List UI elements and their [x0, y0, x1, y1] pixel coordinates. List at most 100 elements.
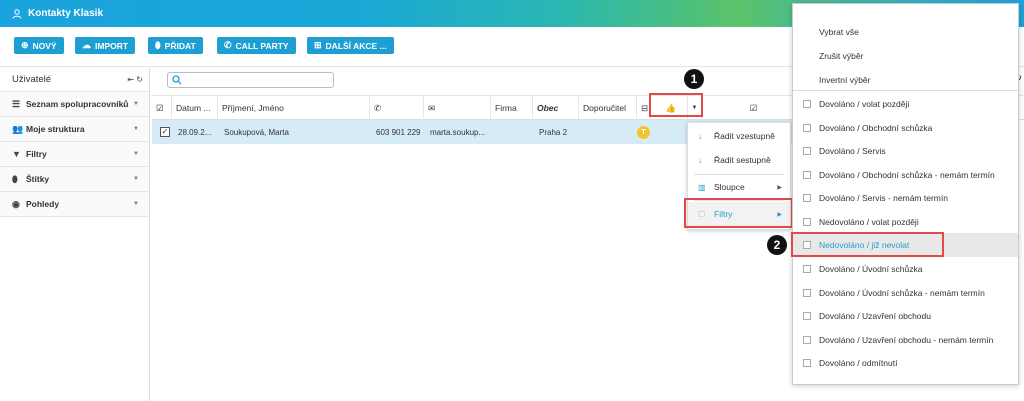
tags-icon: ⬮ [12, 173, 18, 184]
filter-option[interactable]: Dovoláno / Uzavření obchodu - nemám term… [793, 328, 1018, 352]
annotation-marker-1: 1 [684, 69, 704, 89]
filter-values-panel: Vybrat vše Zrušit výběr Invertní výběr D… [792, 3, 1019, 385]
filter-option[interactable]: Dovoláno / volat později [793, 92, 1018, 116]
filter-option[interactable]: Nedovoláno / volat později [793, 210, 1018, 234]
sidebar-item-tags[interactable]: ⬮ Štítky ▼ [0, 167, 149, 192]
checkbox-icon: ☑ [156, 102, 164, 113]
column-label: Datum ... [176, 103, 211, 113]
add-button[interactable]: ⬮ PŘIDAT [148, 37, 203, 54]
search-input[interactable] [167, 72, 334, 88]
row-checkbox[interactable]: ✓ [156, 120, 170, 144]
sort-ascending-icon: ↓ [698, 131, 702, 141]
sidebar-collapse-refresh-icon[interactable]: ⇤ ↻ [127, 75, 143, 84]
checkbox-icon [803, 289, 811, 297]
menu-item-sort-descending[interactable]: ↓ Řadit sestupně [688, 148, 790, 172]
cell-email[interactable]: marta.soukup... [426, 120, 485, 144]
checkbox-icon: ☐ [698, 209, 706, 219]
filter-option[interactable]: Dovoláno / Servis [793, 139, 1018, 163]
deselect-all-option[interactable]: Zrušit výběr [793, 44, 1018, 68]
filter-option[interactable]: Dovoláno / odmítnutí [793, 351, 1018, 375]
menu-item-filters[interactable]: ☐ Filtry ▶ [688, 202, 790, 226]
filter-option-highlighted[interactable]: Nedovoláno / již nevolat [793, 233, 1018, 257]
checkbox-icon [803, 336, 811, 344]
menu-item-sort-ascending[interactable]: ↓ Řadit vzestupně [688, 124, 790, 148]
user-icon [12, 8, 22, 19]
filter-option[interactable]: Dovoláno / Obchodní schůzka - nemám term… [793, 163, 1018, 187]
checkbox-icon [803, 124, 811, 132]
plus-circle-icon: ⊕ [21, 40, 29, 50]
filter-option[interactable]: Dovoláno / Úvodní schůzka - nemám termín [793, 281, 1018, 305]
sidebar-item-label: Moje struktura [26, 124, 85, 134]
chevron-down-icon: ▼ [133, 151, 139, 157]
menu-item-label: Řadit sestupně [714, 155, 771, 165]
checkbox-checked-icon: ✓ [160, 127, 170, 137]
column-briefcase[interactable]: ⊟ [637, 96, 651, 120]
cell-badge: T [633, 120, 650, 144]
sidebar-item-views[interactable]: ◉ Pohledy ▼ [0, 192, 149, 217]
column-name[interactable]: Příjmení, Jméno [218, 96, 370, 120]
import-button-label: IMPORT [95, 40, 129, 51]
sidebar-item-filters[interactable]: ▼ Filtry ▼ [0, 142, 149, 167]
filter-option[interactable]: Dovoláno / Úvodní schůzka [793, 257, 1018, 281]
column-city[interactable]: Obec [533, 96, 579, 120]
add-button-label: PŘIDAT [164, 40, 196, 51]
annotation-marker-2: 2 [767, 235, 787, 255]
filter-option[interactable]: Dovoláno / Servis - nemám termín [793, 186, 1018, 210]
column-phone[interactable]: ✆ [370, 96, 424, 120]
checkbox-icon [803, 147, 811, 155]
column-label: Doporučitel [583, 103, 626, 113]
phone-icon: ✆ [374, 102, 382, 113]
checkbox-icon [803, 100, 811, 108]
chevron-down-icon: ▼ [691, 105, 698, 111]
filter-option[interactable]: Dovoláno / Uzavření obchodu [793, 304, 1018, 328]
status-badge: T [637, 125, 650, 139]
cloud-upload-icon: ☁ [82, 40, 91, 50]
sort-descending-icon: ↓ [698, 155, 702, 165]
select-all-checkbox-header[interactable]: ☑ [152, 96, 172, 120]
menu-item-label: Filtry [714, 209, 733, 219]
checkbox-icon [803, 265, 811, 273]
invert-selection-option[interactable]: Invertní výběr [793, 68, 1018, 92]
chevron-down-icon: ▼ [133, 101, 139, 107]
column-thumbs-up[interactable]: 👍 [651, 96, 688, 120]
thumbs-up-icon: 👍 [665, 102, 677, 113]
new-button[interactable]: ⊕ NOVÝ [14, 37, 64, 54]
users-icon: 👥 [12, 123, 24, 134]
sidebar-item-label: Pohledy [26, 199, 60, 209]
sidebar-item-my-structure[interactable]: 👥 Moje struktura ▼ [0, 117, 149, 142]
sidebar-item-coworkers[interactable]: ☰ Seznam spolupracovníků ▼ [0, 92, 149, 117]
checkbox-icon [803, 241, 811, 249]
chevron-down-icon: ▼ [133, 201, 139, 207]
column-label: Obec [537, 103, 559, 113]
sidebar-item-label: Filtry [26, 149, 47, 159]
sidebar: Uživatelé ⇤ ↻ ☰ Seznam spolupracovníků ▼… [0, 68, 150, 401]
column-referrer[interactable]: Doporučitel [579, 96, 637, 120]
sidebar-title: Uživatelé [12, 74, 52, 85]
more-actions-button[interactable]: ⊞ DALŠÍ AKCE ... [307, 37, 394, 54]
briefcase-icon: ⊟ [641, 102, 649, 113]
column-calendar[interactable]: ☑ [702, 96, 802, 120]
filter-option[interactable]: Dovoláno / Obchodní schůzka [793, 116, 1018, 140]
chevron-right-icon: ▶ [777, 211, 782, 218]
checkbox-icon [803, 359, 811, 367]
menu-item-columns[interactable]: ▥ Sloupce ▶ [688, 175, 790, 199]
panel-divider [793, 90, 1018, 91]
call-party-button[interactable]: ✆ CALL PARTY [217, 37, 296, 54]
calendar-check-icon: ☑ [749, 102, 758, 113]
filter-icon: ▼ [12, 149, 21, 159]
eye-icon: ◉ [12, 198, 20, 209]
filter-option-label: Dovoláno / Obchodní schůzka [819, 123, 933, 133]
menu-item-label: Sloupce [714, 182, 745, 192]
column-email[interactable]: ✉ [424, 96, 491, 120]
column-dropdown-toggle[interactable]: ▼ [688, 96, 702, 120]
select-all-option[interactable]: Vybrat vše [793, 20, 1018, 44]
column-context-menu: ↓ Řadit vzestupně ↓ Řadit sestupně ▥ Slo… [687, 122, 791, 230]
search-icon [172, 75, 182, 85]
cell-phone[interactable]: 603 901 229 [372, 120, 421, 144]
import-button[interactable]: ☁ IMPORT [75, 37, 136, 54]
chevron-down-icon: ▼ [133, 126, 139, 132]
column-date[interactable]: Datum ... [172, 96, 218, 120]
menu-item-label: Řadit vzestupně [714, 131, 775, 141]
chevron-down-icon: ▼ [133, 176, 139, 182]
column-firm[interactable]: Firma [491, 96, 533, 120]
